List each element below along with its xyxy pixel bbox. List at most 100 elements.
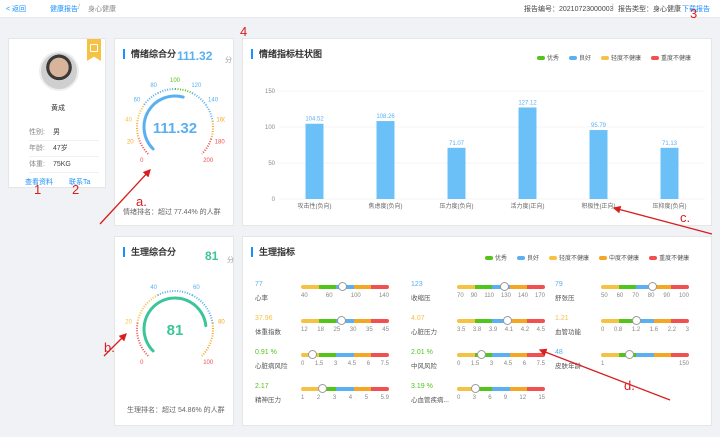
top-bar: < 返回 健康报告 / 身心健康 报告编号：20210723000003 | 报…: [0, 0, 720, 18]
bookmark-icon[interactable]: [87, 39, 101, 61]
indicator-range-bar: [457, 319, 545, 323]
y-tick-label: 50: [268, 161, 275, 167]
indicator-item: 1.21 血管功能 0 0.8 1.2 1.6 2.2 3: [555, 315, 695, 343]
indicator-marker: [307, 350, 317, 359]
indicator-ticks: 1 150: [601, 361, 689, 367]
weight-row: 体重: 75KG: [29, 159, 99, 173]
indicator-tick: 90: [470, 293, 478, 299]
y-tick-label: 150: [265, 89, 276, 95]
gauge-segment: [136, 104, 146, 122]
legend-mild: 轻度不健康: [549, 253, 589, 262]
annotation-d: d.: [624, 378, 635, 393]
divider: |: [676, 4, 678, 11]
age-value: 47岁: [52, 145, 68, 152]
physio-indicators-card: 生理指标 优秀 良好 轻度不健康 中度不健康 重度不健康 77 心率 40 60 100…: [242, 236, 712, 426]
indicator-tick: 5.9: [380, 395, 389, 401]
indicator-range-bar: [601, 353, 689, 357]
indicator-tick: 0: [601, 327, 605, 333]
indicator-label: 舒张压: [555, 295, 575, 302]
indicators-title: 生理指标: [251, 247, 295, 257]
indicator-tick: 7.5: [536, 361, 545, 367]
indicator-tick: 0: [301, 361, 305, 367]
emotion-score-card: 情绪综合分 111.32 分 0 20 40 60 80 100 120 140 160 180 2…: [114, 38, 234, 226]
indicator-tick: 7.5: [380, 361, 389, 367]
indicator-value: 123: [411, 281, 423, 288]
age-row: 年龄: 47岁: [29, 143, 99, 157]
indicator-tick: 25: [333, 327, 341, 333]
indicator-tick: 35: [366, 327, 373, 333]
indicator-tick: 12: [519, 395, 527, 401]
indicator-tick: 110: [484, 293, 494, 299]
x-tick-label: 压抑度(负向): [653, 202, 687, 210]
report-id: 报告编号：20210723000003: [524, 6, 614, 13]
gauge-tick-label: 20: [125, 320, 132, 326]
indicators-legend: 优秀 良好 轻度不健康 中度不健康 重度不健康: [485, 253, 689, 262]
indicator-value: 2.17: [255, 383, 269, 390]
indicator-tick: 4: [348, 395, 353, 401]
x-tick-label: 焦虑度(负向): [369, 202, 403, 210]
indicator-value: 0.91 %: [255, 349, 277, 356]
physio-unit: 分: [227, 257, 234, 264]
back-link[interactable]: < 返回: [6, 4, 26, 14]
indicator-ticks: 0 1.5 3 4.5 6 7.5: [457, 361, 545, 367]
indicator-tick: 2.2: [667, 327, 677, 333]
age-label: 年龄:: [29, 145, 45, 152]
x-tick-label: 活力度(正向): [511, 202, 545, 210]
indicator-tick: 40: [301, 293, 308, 299]
indicator-label: 精神压力: [255, 397, 281, 404]
indicator-label: 血管功能: [555, 329, 581, 336]
indicator-value: 4.07: [411, 315, 425, 322]
legend-moderate: 中度不健康: [599, 253, 639, 262]
indicator-tick: 3.9: [488, 327, 498, 333]
bar-value-label: 71.07: [449, 141, 465, 147]
indicator-ticks: 0 3 6 9 12 15: [457, 395, 545, 401]
indicator-tick: 45: [382, 327, 389, 333]
indicator-tick: 0.8: [613, 327, 623, 333]
legend-excellent: 优秀: [485, 253, 507, 262]
indicator-tick: 130: [500, 293, 511, 299]
breadcrumb-health-report[interactable]: 健康报告: [50, 4, 78, 14]
gauge-tick-label: 60: [193, 285, 200, 291]
indicator-tick: 100: [678, 293, 689, 299]
indicator-tick: 4.5: [347, 361, 357, 367]
profile-card: 黄成 性别: 男 年龄: 47岁 体重: 75KG 查看资料 联系Ta: [8, 38, 106, 188]
bar-value-label: 71.13: [662, 141, 678, 147]
gauge-tick-label: 160: [216, 118, 225, 124]
indicator-label: 皮肤年龄: [555, 363, 581, 370]
indicator-value: 1.21: [555, 315, 569, 322]
indicator-label: 心脏压力: [411, 329, 437, 336]
indicator-marker: [648, 282, 658, 291]
emotion-score: 111.32: [177, 49, 213, 63]
indicator-range-bar: [601, 285, 689, 289]
y-tick-label: 100: [265, 125, 276, 131]
legend-severe: 重度不健康: [651, 53, 691, 62]
indicator-tick: 2: [316, 395, 321, 401]
legend-severe: 重度不健康: [649, 253, 689, 262]
indicator-ticks: 12 18 25 30 35 45: [301, 327, 389, 333]
emotion-gauge: 0 20 40 60 80 100 120 140 160 180 200 111.32: [125, 78, 225, 164]
indicator-tick: 6: [522, 361, 527, 367]
gauge-tick-label: 180: [215, 140, 225, 146]
bar: [589, 130, 608, 199]
gauge-segment: [191, 294, 214, 324]
bar-value-label: 127.12: [518, 100, 537, 106]
user-name: 黄成: [51, 105, 65, 112]
gauge-tick-label: 80: [218, 320, 225, 326]
indicator-tick: 1.5: [314, 361, 324, 367]
gauge-tick-label: 100: [170, 78, 181, 84]
indicator-tick: 3: [489, 361, 494, 367]
indicator-tick: 60: [325, 293, 333, 299]
gauge-segment: [201, 138, 213, 155]
indicator-ticks: 70 90 110 130 140 170: [457, 293, 545, 299]
gauge-tick-label: 40: [125, 118, 132, 124]
indicator-item: 4.07 心脏压力 3.5 3.8 3.9 4.1 4.2 4.5: [411, 315, 551, 343]
physio-score-card: 生理综合分 81 分 0 20 40 60 80 100 81 生理排名：超过 54.86%…: [114, 236, 234, 426]
annotation-a: a.: [136, 194, 147, 209]
indicator-marker: [499, 282, 509, 291]
annotation-3: 3: [690, 6, 698, 21]
indicator-ticks: 40 60 100 140: [301, 293, 389, 299]
indicator-tick: 15: [538, 395, 545, 401]
indicator-tick: 12: [301, 327, 308, 333]
annotation-2: 2: [72, 182, 80, 197]
bar-value-label: 108.26: [376, 114, 395, 120]
